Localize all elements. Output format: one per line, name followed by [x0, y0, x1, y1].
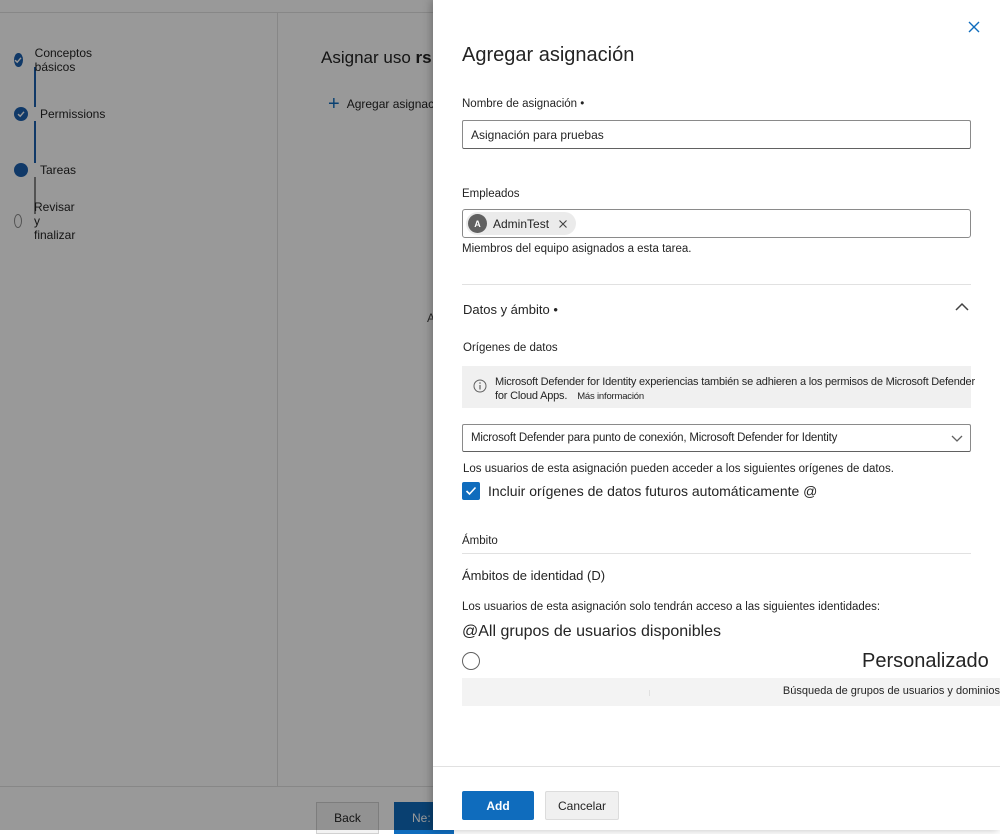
section-divider	[462, 284, 971, 285]
scope-label: Ámbito	[462, 535, 498, 547]
data-sources-label: Orígenes de datos	[463, 342, 558, 354]
custom-option-label[interactable]: Personalizado	[862, 650, 989, 673]
identity-scopes-label: Ámbitos de identidad (D)	[462, 568, 606, 583]
checkmark-icon	[465, 486, 477, 496]
employees-label: Empleados	[462, 188, 520, 200]
add-assignment-panel: Agregar asignación Nombre de asignación …	[433, 0, 1000, 830]
custom-radio[interactable]	[462, 652, 480, 670]
remove-chip-icon[interactable]	[558, 219, 568, 229]
learn-more-link[interactable]: Más información	[577, 391, 644, 402]
add-button[interactable]: Add	[462, 791, 534, 820]
include-future-row[interactable]: Incluir orígenes de datos futuros automá…	[462, 482, 817, 500]
scope-divider	[462, 553, 971, 554]
chevron-up-icon[interactable]	[954, 300, 970, 312]
employee-chip[interactable]: A AdminTest	[466, 212, 577, 235]
cancel-button[interactable]: Cancelar	[545, 791, 619, 820]
info-bar: Microsoft Defender for Identity experien…	[462, 366, 975, 408]
info-icon	[473, 379, 487, 393]
data-sources-dropdown[interactable]: Microsoft Defender para punto de conexió…	[462, 424, 971, 452]
group-search-box[interactable]: Búsqueda de grupos de usuarios y dominio…	[462, 678, 1000, 706]
assignment-name-label: Nombre de asignación •	[462, 98, 585, 110]
all-groups-option[interactable]: @All grupos de usuarios disponibles	[462, 623, 721, 641]
panel-footer-divider	[433, 766, 1000, 767]
avatar: A	[468, 214, 487, 233]
info-text: Microsoft Defender for Identity experien…	[495, 375, 975, 404]
employees-picker[interactable]: A AdminTest	[462, 209, 971, 238]
identity-scopes-help: Los usuarios de esta asignación solo ten…	[462, 601, 881, 613]
data-sources-help: Los usuarios de esta asignación pueden a…	[463, 463, 894, 475]
info-message: Microsoft Defender for Identity experien…	[495, 376, 975, 402]
close-icon[interactable]	[965, 18, 983, 36]
group-search-placeholder: Búsqueda de grupos de usuarios y dominio…	[782, 685, 1000, 697]
include-future-label: Incluir orígenes de datos futuros automá…	[488, 483, 818, 499]
modal-overlay[interactable]	[0, 0, 433, 830]
data-sources-value: Microsoft Defender para punto de conexió…	[471, 432, 838, 444]
panel-title: Agregar asignación	[462, 44, 635, 66]
chevron-down-icon	[951, 435, 963, 442]
data-scope-header[interactable]: Datos y ámbito •	[463, 302, 558, 317]
assignment-name-input[interactable]: Asignación para pruebas	[462, 120, 971, 149]
employees-help: Miembros del equipo asignados a esta tar…	[462, 243, 692, 255]
include-future-checkbox[interactable]	[462, 482, 480, 500]
search-divider	[649, 690, 650, 696]
employee-chip-name: AdminTest	[493, 216, 550, 231]
